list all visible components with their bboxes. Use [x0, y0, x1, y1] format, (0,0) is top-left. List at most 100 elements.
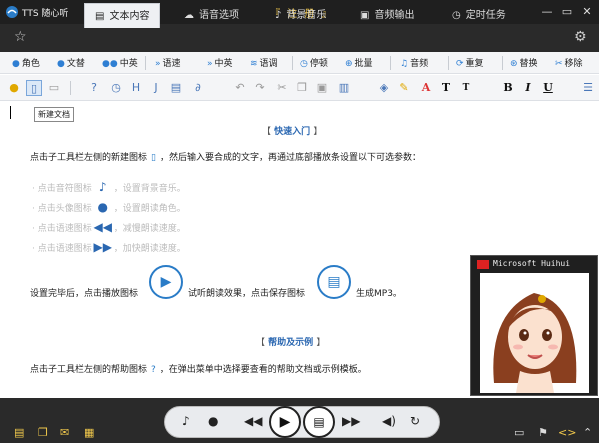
flag-icon[interactable]: ⚑: [538, 426, 548, 439]
chinese-english-button[interactable]: ●● 中英: [102, 56, 138, 69]
play-instructions-c: 生成MP3。: [356, 289, 402, 299]
cut-icon[interactable]: ✂: [274, 80, 290, 96]
option-music: · 点击音符图标 ♪ ，设置背景音乐。: [32, 180, 186, 194]
toolbar-label: 批量: [354, 59, 373, 69]
minimize-button[interactable]: —: [538, 3, 556, 21]
music-note-icon: ♪: [275, 10, 282, 21]
toolbar-divider: [70, 81, 71, 95]
close-button[interactable]: ✕: [578, 3, 596, 21]
background-music-icon[interactable]: ♪: [182, 414, 190, 428]
chat-bubble-icon: ☁: [184, 10, 194, 21]
chinese-english-speed-button[interactable]: » 中英: [207, 56, 233, 69]
j-tag-icon[interactable]: J: [148, 80, 164, 96]
highlight-icon[interactable]: ✎: [396, 80, 412, 96]
toolbar-label: 重复: [465, 59, 484, 69]
pause-button[interactable]: ◷ 停顿: [300, 56, 328, 69]
toolbar-label: 语调: [259, 59, 278, 69]
play-button[interactable]: ▶: [269, 406, 301, 438]
code-icon[interactable]: <>: [558, 426, 576, 439]
loop-icon[interactable]: ↻: [410, 414, 420, 428]
tab-text-content[interactable]: ▤ 文本内容: [84, 3, 161, 28]
redo-icon[interactable]: ↷: [252, 80, 268, 96]
new-document-icon[interactable]: ▯: [26, 80, 42, 96]
fast-forward-icon[interactable]: ▶▶: [342, 414, 360, 428]
bracket-open: 【: [256, 338, 266, 348]
tab-background-music[interactable]: ♪ 背景音乐: [275, 3, 326, 28]
text-segment: ，在弹出菜单中选择要查看的帮助文档或示例模板。: [159, 365, 367, 375]
role-button[interactable]: ● 角色: [12, 56, 40, 69]
new-document-tooltip: 新建文档: [34, 107, 74, 122]
quick-start-heading: 【 快速入门 】: [262, 124, 322, 137]
toolbar-label: 停顿: [309, 59, 328, 69]
link-icon[interactable]: ∂: [190, 80, 206, 96]
tab-scheduled-tasks[interactable]: ◷ 定时任务: [452, 3, 506, 28]
audio-button[interactable]: ♫ 音频: [400, 56, 428, 69]
calendar-icon[interactable]: ▦: [84, 426, 94, 439]
tone-button[interactable]: ≋ 语调: [250, 56, 278, 69]
mail-icon[interactable]: ✉: [60, 426, 69, 439]
replace-icon: ⊛: [510, 59, 518, 69]
edit-toolbar: ● ▯ ▭ ? ◷ H J ▤ ∂ ↶ ↷ ✂ ❐ ▣ ▥ ◈ ✎ A T T …: [0, 75, 599, 101]
play-instructions-a: 设置完毕后，点击播放图标: [30, 289, 139, 299]
font-size-icon[interactable]: T: [438, 80, 454, 96]
font-color-icon[interactable]: A: [418, 80, 434, 96]
person-swap-icon: ●: [57, 59, 65, 69]
underline-button[interactable]: U: [540, 80, 556, 96]
font-size-small-icon[interactable]: T: [458, 80, 474, 96]
text-replace-button[interactable]: ● 文替: [57, 56, 85, 69]
replace-button[interactable]: ⊛ 替换: [510, 56, 538, 69]
rewind-icon[interactable]: ◀◀: [244, 414, 262, 428]
chat-icon[interactable]: ▭: [514, 426, 524, 439]
italic-button[interactable]: I: [520, 80, 536, 96]
template-icon[interactable]: ▤: [14, 426, 24, 439]
voice-avatar-panel: Microsoft Huihui: [470, 255, 598, 396]
speed-button[interactable]: » 语速: [155, 56, 181, 69]
undo-icon[interactable]: ↶: [232, 80, 248, 96]
list-icon[interactable]: ☰: [580, 80, 596, 96]
toolbar-label: 替换: [519, 59, 538, 69]
favorite-star-icon[interactable]: ☆: [14, 29, 27, 45]
collapse-icon[interactable]: ⌃: [583, 426, 592, 439]
text-segment: ，减慢朗读速度。: [113, 224, 186, 234]
copy-document-icon[interactable]: ❐: [38, 426, 48, 439]
text-segment: 点击子工具栏左侧的帮助图标: [30, 365, 148, 375]
select-all-icon[interactable]: ▥: [336, 80, 352, 96]
audio-icon: ♫: [400, 59, 409, 69]
batch-button[interactable]: ⊕ 批量: [345, 56, 373, 69]
open-document-icon[interactable]: ▭: [46, 80, 62, 96]
pause-icon: ◷: [300, 59, 308, 69]
volume-icon[interactable]: ◀): [382, 414, 396, 428]
repeat-button[interactable]: ⟳ 重复: [456, 56, 484, 69]
tab-label: 定时任务: [465, 10, 506, 21]
toolbar-divider: [145, 56, 146, 70]
tab-audio-output[interactable]: ▣ 音频输出: [360, 3, 414, 28]
paste-icon[interactable]: ▣: [314, 80, 330, 96]
bold-button[interactable]: B: [500, 80, 516, 96]
fast-forward-icon: ▶▶: [93, 240, 112, 254]
document-tag-icon[interactable]: ▤: [168, 80, 184, 96]
app-title: TTS 随心听: [22, 9, 69, 19]
help-bulb-icon[interactable]: ●: [6, 80, 22, 96]
maximize-button[interactable]: ▭: [558, 3, 576, 21]
tab-voice-options[interactable]: ☁ 语音选项: [184, 3, 239, 28]
toolbar-divider: [292, 56, 293, 70]
save-icon: ▤: [317, 265, 351, 299]
remove-button[interactable]: ✂ 移除: [555, 56, 583, 69]
timer-icon[interactable]: ◷: [108, 80, 124, 96]
text-segment: ，加快朗读速度。: [113, 244, 186, 254]
toolbar-label: 角色: [21, 59, 40, 69]
tone-icon: ≋: [250, 59, 258, 69]
person-icon: ●: [12, 59, 20, 69]
heading-text: 快速入门: [274, 127, 311, 137]
role-avatar-icon[interactable]: ●: [208, 414, 218, 428]
help-icon[interactable]: ?: [86, 80, 102, 96]
h-tag-icon[interactable]: H: [128, 80, 144, 96]
copy-icon[interactable]: ❐: [294, 80, 310, 96]
gear-icon[interactable]: ⚙: [574, 29, 587, 45]
toolbar-divider: [448, 56, 449, 70]
audio-output-icon: ▣: [360, 10, 370, 21]
option-role: · 点击头像图标 ● ，设置朗读角色。: [32, 200, 186, 214]
fill-color-icon[interactable]: ◈: [376, 80, 392, 96]
toolbar-divider: [390, 56, 391, 70]
save-mp3-button[interactable]: ▤: [303, 406, 335, 438]
